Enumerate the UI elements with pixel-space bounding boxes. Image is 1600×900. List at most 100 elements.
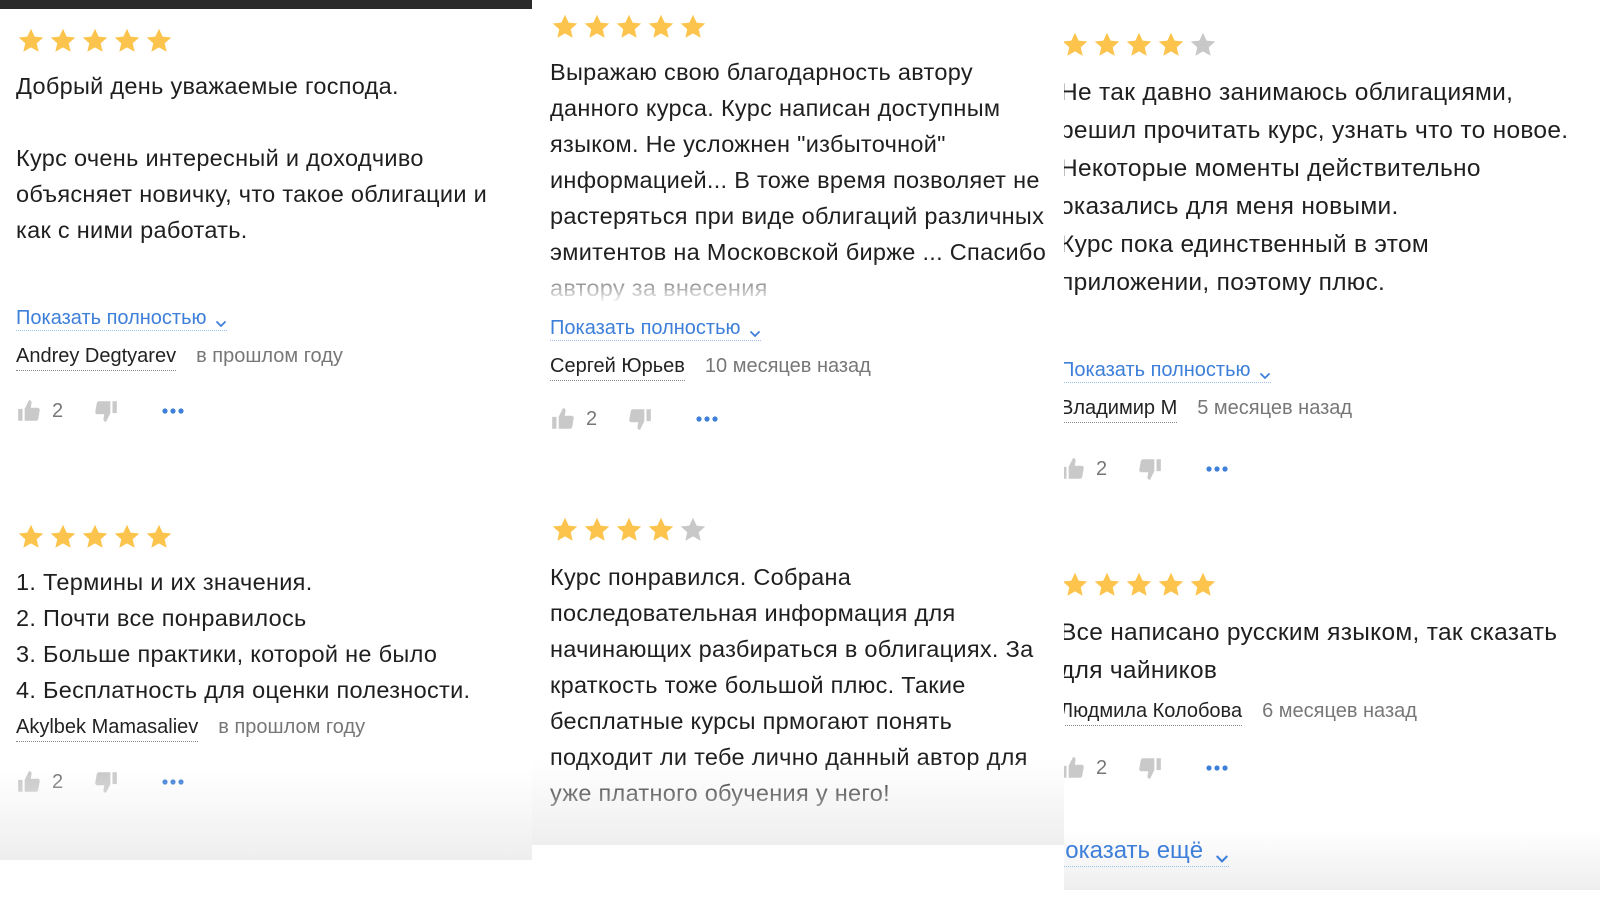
star-filled-icon: [1064, 30, 1090, 60]
chevron-down-icon: [1215, 844, 1229, 863]
star-filled-icon: [16, 522, 46, 552]
star-filled-icon: [678, 12, 708, 42]
star-filled-icon: [112, 522, 142, 552]
like-button[interactable]: 2: [1064, 755, 1107, 781]
dislike-button[interactable]: [1137, 755, 1163, 781]
star-filled-icon: [80, 26, 110, 56]
review-card: Не так давно занимаюсь облигациями, реши…: [1064, 30, 1590, 485]
chevron-down-icon: [215, 312, 227, 328]
like-count: 2: [1096, 756, 1108, 779]
dislike-button[interactable]: [1137, 456, 1163, 482]
chevron-down-icon: [749, 322, 761, 338]
review-text: Не так давно занимаюсь облигациями, реши…: [1064, 74, 1580, 348]
show-full-link[interactable]: Показать полностью: [1064, 358, 1271, 383]
thumbs-down-icon: [93, 398, 119, 424]
review-date: 6 месяцев назад: [1262, 700, 1417, 722]
like-count: 2: [1096, 457, 1108, 480]
thumbs-down-icon: [1137, 456, 1163, 482]
star-filled-icon: [1064, 570, 1090, 600]
star-filled-icon: [646, 12, 676, 42]
more-options-button[interactable]: [1205, 465, 1229, 473]
review-date: в прошлом году: [218, 716, 366, 738]
column-fade: [532, 760, 1064, 845]
review-card: Добрый день уважаемые господа. Курс очен…: [16, 26, 522, 427]
star-filled-icon: [112, 26, 142, 56]
review-text: Все написано русским языком, так сказать…: [1064, 619, 1558, 684]
review-date: 10 месяцев назад: [704, 355, 871, 377]
star-filled-icon: [614, 515, 644, 545]
reviews-column-3: Не так давно занимаюсь облигациями, реши…: [1064, 0, 1600, 900]
chevron-down-icon: [1259, 364, 1271, 380]
star-filled-icon: [1156, 570, 1186, 600]
star-filled-icon: [1124, 30, 1154, 60]
rating-stars: [16, 522, 522, 552]
review-date: 5 месяцев назад: [1197, 397, 1353, 419]
review-card: Выражаю свою благодарность автору данног…: [550, 12, 1054, 435]
star-filled-icon: [614, 12, 644, 42]
show-more-reviews-label: Показать ещё: [1064, 837, 1204, 864]
thumbs-down-icon: [627, 406, 653, 432]
show-full-link[interactable]: Показать полностью: [16, 306, 227, 331]
author-name[interactable]: Akylbek Mamasaliev: [16, 716, 199, 742]
thumbs-down-icon: [1137, 755, 1163, 781]
review-card: 1. Термины и их значения. 2. Почти все п…: [16, 522, 522, 798]
review-date: в прошлом году: [196, 345, 343, 367]
dislike-button[interactable]: [627, 406, 653, 432]
review-text: Добрый день уважаемые господа. Курс очен…: [16, 68, 516, 300]
review-card: Все написано русским языком, так сказать…: [1064, 570, 1590, 784]
star-filled-icon: [1156, 30, 1186, 60]
review-text: Выражаю свою благодарность автору данног…: [550, 54, 1050, 312]
star-filled-icon: [1124, 570, 1154, 600]
star-filled-icon: [550, 515, 580, 545]
star-filled-icon: [80, 522, 110, 552]
star-filled-icon: [16, 26, 46, 56]
show-full-label: Показать полностью: [1064, 359, 1251, 381]
more-dots-icon: [1205, 764, 1229, 772]
star-filled-icon: [1092, 30, 1122, 60]
star-filled-icon: [48, 522, 78, 552]
like-count: 2: [586, 407, 598, 430]
rating-stars: [1064, 30, 1590, 60]
more-dots-icon: [1205, 465, 1229, 473]
author-name[interactable]: Сергей Юрьев: [550, 355, 685, 381]
star-filled-icon: [1188, 570, 1218, 600]
show-full-link[interactable]: Показать полностью: [550, 316, 761, 341]
like-button[interactable]: 2: [16, 398, 63, 424]
star-filled-icon: [144, 26, 174, 56]
like-button[interactable]: 2: [550, 406, 597, 432]
show-more-reviews-button[interactable]: Показать ещё: [1064, 836, 1230, 867]
star-filled-icon: [144, 522, 174, 552]
star-filled-icon: [582, 12, 612, 42]
show-full-label: Показать полностью: [550, 317, 741, 339]
author-name[interactable]: Людмила Колобова: [1064, 700, 1243, 726]
dislike-button[interactable]: [93, 398, 119, 424]
star-filled-icon: [550, 12, 580, 42]
author-name[interactable]: Владимир М: [1064, 397, 1178, 423]
star-filled-icon: [646, 515, 676, 545]
rating-stars: [550, 515, 1054, 545]
more-options-button[interactable]: [1205, 764, 1229, 772]
show-full-label: Показать полностью: [16, 307, 207, 329]
thumbs-up-icon: [1064, 456, 1086, 482]
more-options-button[interactable]: [161, 407, 185, 415]
rating-stars: [1064, 570, 1590, 600]
like-count: 2: [52, 399, 64, 422]
reviews-column-2: Выражаю свою благодарность автору данног…: [532, 0, 1064, 900]
rating-stars: [550, 12, 1054, 42]
star-empty-icon: [1188, 30, 1218, 60]
more-dots-icon: [161, 407, 185, 415]
column-fade: [0, 770, 532, 860]
star-empty-icon: [678, 515, 708, 545]
more-dots-icon: [695, 415, 719, 423]
thumbs-up-icon: [550, 406, 576, 432]
review-text: 1. Термины и их значения. 2. Почти все п…: [16, 569, 471, 703]
reviews-column-1: Добрый день уважаемые господа. Курс очен…: [0, 0, 532, 900]
thumbs-up-icon: [16, 398, 42, 424]
star-filled-icon: [48, 26, 78, 56]
author-name[interactable]: Andrey Degtyarev: [16, 345, 177, 371]
more-options-button[interactable]: [695, 415, 719, 423]
rating-stars: [16, 26, 522, 56]
star-filled-icon: [582, 515, 612, 545]
star-filled-icon: [1092, 570, 1122, 600]
like-button[interactable]: 2: [1064, 456, 1107, 482]
